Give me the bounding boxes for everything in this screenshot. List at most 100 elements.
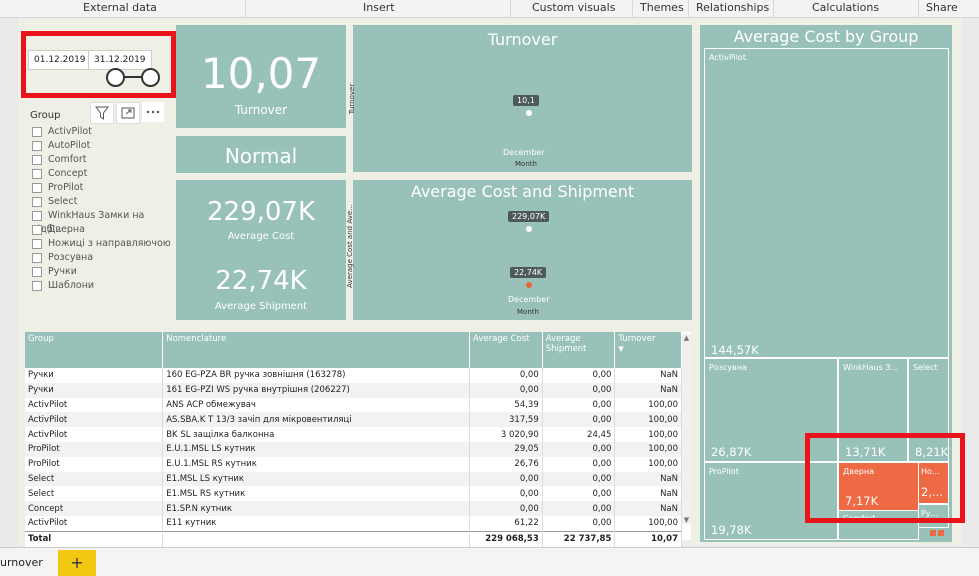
ribbon-separator bbox=[918, 0, 919, 17]
table-row[interactable]: ActivPilot E11 кутник 61,22 0,00 100,00 bbox=[25, 515, 682, 532]
ribbon-separator bbox=[632, 0, 633, 17]
ribbon-insert[interactable]: Insert bbox=[363, 1, 395, 14]
group-option[interactable]: ActivPilot bbox=[32, 125, 92, 139]
table-row[interactable]: Ручки 161 EG-PZI WS ручка внутрішня (2062… bbox=[25, 382, 682, 398]
cost-shipment-card[interactable]: 229,07K Average Cost 22,74K Average Ship… bbox=[176, 180, 346, 320]
column-header-avg-shipment[interactable]: Average Shipment bbox=[542, 332, 616, 368]
avg-chart-y-axis-label: Average Cost and Ave... bbox=[345, 204, 354, 288]
avg-cost-data-label: 229,07K bbox=[508, 211, 550, 222]
turnover-data-point[interactable] bbox=[526, 110, 532, 116]
group-option[interactable]: Шаблони bbox=[32, 279, 94, 293]
group-option[interactable]: Ручки bbox=[32, 265, 77, 279]
group-option[interactable]: WinkHaus Замки на відб... bbox=[32, 209, 173, 235]
turnover-label: Turnover bbox=[234, 103, 288, 117]
checkbox[interactable] bbox=[32, 280, 42, 291]
table-scrollbar[interactable]: ▲ ▼ bbox=[682, 334, 691, 524]
ribbon-themes[interactable]: Themes bbox=[640, 1, 684, 14]
column-header-avg-cost[interactable]: Average Cost bbox=[469, 332, 543, 368]
group-option[interactable]: Ножиці з направляючою bbox=[32, 237, 171, 251]
checkbox[interactable] bbox=[32, 126, 42, 137]
turnover-chart[interactable]: Turnover Turnover 10,1 December Month bbox=[348, 25, 692, 172]
avg-chart-title: Average Cost and Shipment bbox=[410, 182, 635, 201]
avg-shipment-data-point[interactable] bbox=[526, 282, 532, 288]
avg-chart-x-axis-label: Month bbox=[517, 308, 539, 316]
status-card[interactable]: Normal bbox=[176, 136, 346, 173]
avg-shipment-data-label: 22,74K bbox=[510, 267, 547, 278]
focus-mode-icon[interactable] bbox=[116, 102, 140, 124]
avg-chart-x-tick: December bbox=[508, 295, 550, 304]
checkbox[interactable] bbox=[32, 182, 42, 193]
turnover-x-tick: December bbox=[503, 148, 545, 157]
ribbon-separator bbox=[688, 0, 689, 17]
group-option[interactable]: Comfort bbox=[32, 153, 87, 167]
group-option[interactable]: Розсувна bbox=[32, 251, 93, 265]
checkbox[interactable] bbox=[32, 238, 42, 249]
add-page-button[interactable]: + bbox=[58, 550, 96, 576]
group-option[interactable]: Concept bbox=[32, 167, 87, 181]
checkbox[interactable] bbox=[32, 140, 42, 151]
highlight-box-treemap bbox=[805, 433, 965, 523]
filter-icon[interactable] bbox=[90, 102, 114, 124]
avg-shipment-label: Average Shipment bbox=[214, 301, 308, 312]
ribbon-separator bbox=[245, 0, 246, 17]
status-value: Normal bbox=[224, 144, 298, 168]
page-tabs-bar: urnover + bbox=[0, 547, 979, 576]
checkbox[interactable] bbox=[32, 168, 42, 179]
table-total-row: Total 229 068,53 22 737,85 10,07 bbox=[25, 530, 682, 547]
table-row[interactable]: ActivPilot ANS ACP обмежувач 54,39 0,00 100,… bbox=[25, 397, 682, 413]
avg-cost-value: 229,07K bbox=[206, 197, 316, 227]
treemap-title: Average Cost by Group bbox=[733, 27, 919, 46]
sort-descending-icon[interactable]: ▼ bbox=[618, 345, 623, 353]
group-option[interactable]: AutoPilot bbox=[32, 139, 90, 153]
checkbox[interactable] bbox=[32, 266, 42, 277]
ribbon: External data Insert Custom visuals Them… bbox=[0, 0, 979, 18]
page-tab-active[interactable]: urnover bbox=[0, 556, 43, 569]
treemap-cell-activpilot[interactable]: ActivPilot 144,57K bbox=[704, 48, 949, 358]
ribbon-custom-visuals[interactable]: Custom visuals bbox=[532, 1, 615, 14]
table-row[interactable]: ProPilot E.U.1.MSL LS кутник 29,05 0,00 100,… bbox=[25, 441, 682, 457]
table-row[interactable]: Select E1.MSL LS кутник 0,00 0,00 NaN bbox=[25, 471, 682, 487]
table-row[interactable]: ActivPilot BK SL защілка балконна 3 020,90… bbox=[25, 427, 682, 442]
column-header-nomenclature[interactable]: Nomenclature bbox=[162, 332, 470, 368]
ribbon-separator bbox=[510, 0, 511, 17]
ribbon-relationships[interactable]: Relationships bbox=[696, 1, 769, 14]
checkbox[interactable] bbox=[32, 154, 42, 165]
ribbon-calculations[interactable]: Calculations bbox=[812, 1, 879, 14]
ribbon-share[interactable]: Share bbox=[926, 1, 958, 14]
checkbox[interactable] bbox=[32, 224, 42, 235]
ribbon-external-data[interactable]: External data bbox=[83, 1, 157, 14]
detail-table: Group Nomenclature Average Cost Average … bbox=[25, 332, 682, 547]
table-row[interactable]: Select E1.MSL RS кутник 0,00 0,00 NaN bbox=[25, 486, 682, 502]
turnover-card[interactable]: 10,07 Turnover bbox=[176, 25, 346, 128]
table-row[interactable]: Ручки 160 EG-PZA BR ручка зовнішня (16327… bbox=[25, 368, 682, 383]
group-option[interactable]: Select bbox=[32, 195, 77, 209]
group-option[interactable]: ProPilot bbox=[32, 181, 83, 195]
checkbox[interactable] bbox=[32, 252, 42, 263]
checkbox[interactable] bbox=[32, 210, 42, 221]
turnover-y-axis-label: Turnover bbox=[348, 83, 357, 115]
table-row[interactable]: Concept E1.SP.N кутник 0,00 0,00 NaN bbox=[25, 501, 682, 516]
turnover-data-label: 10,1 bbox=[513, 95, 539, 106]
avg-cost-label: Average Cost bbox=[227, 231, 295, 242]
checkbox[interactable] bbox=[32, 196, 42, 207]
turnover-value: 10,07 bbox=[200, 49, 322, 98]
turnover-chart-title: Turnover bbox=[487, 30, 558, 49]
column-header-turnover[interactable]: Turnover ▼ bbox=[614, 332, 682, 368]
treemap-small-cell[interactable] bbox=[930, 530, 936, 536]
more-options-icon[interactable] bbox=[142, 102, 164, 122]
column-header-group[interactable]: Group bbox=[25, 332, 164, 368]
group-option[interactable]: Дверна bbox=[32, 223, 85, 237]
avg-shipment-value: 22,74K bbox=[215, 266, 307, 296]
scroll-down-icon[interactable]: ▼ bbox=[682, 516, 691, 524]
scroll-up-icon[interactable]: ▲ bbox=[682, 334, 691, 342]
avg-cost-shipment-chart[interactable]: Average Cost and Shipment Average Cost a… bbox=[346, 180, 692, 320]
group-slicer-title: Group bbox=[30, 110, 61, 121]
avg-cost-data-point[interactable] bbox=[526, 226, 532, 232]
ribbon-separator bbox=[773, 0, 774, 17]
highlight-box-slicer bbox=[21, 31, 176, 98]
group-slicer: Group ActivPilot AutoPilot Comfort Conce… bbox=[18, 102, 173, 304]
table-row[interactable]: ActivPilot AS.SBA.K T 13/3 зачіп для мікр… bbox=[25, 412, 682, 428]
turnover-x-axis-label: Month bbox=[515, 160, 537, 168]
treemap-small-cell[interactable] bbox=[938, 530, 944, 536]
table-row[interactable]: ProPilot E.U.1.MSL RS кутник 26,76 0,00 100,… bbox=[25, 456, 682, 472]
